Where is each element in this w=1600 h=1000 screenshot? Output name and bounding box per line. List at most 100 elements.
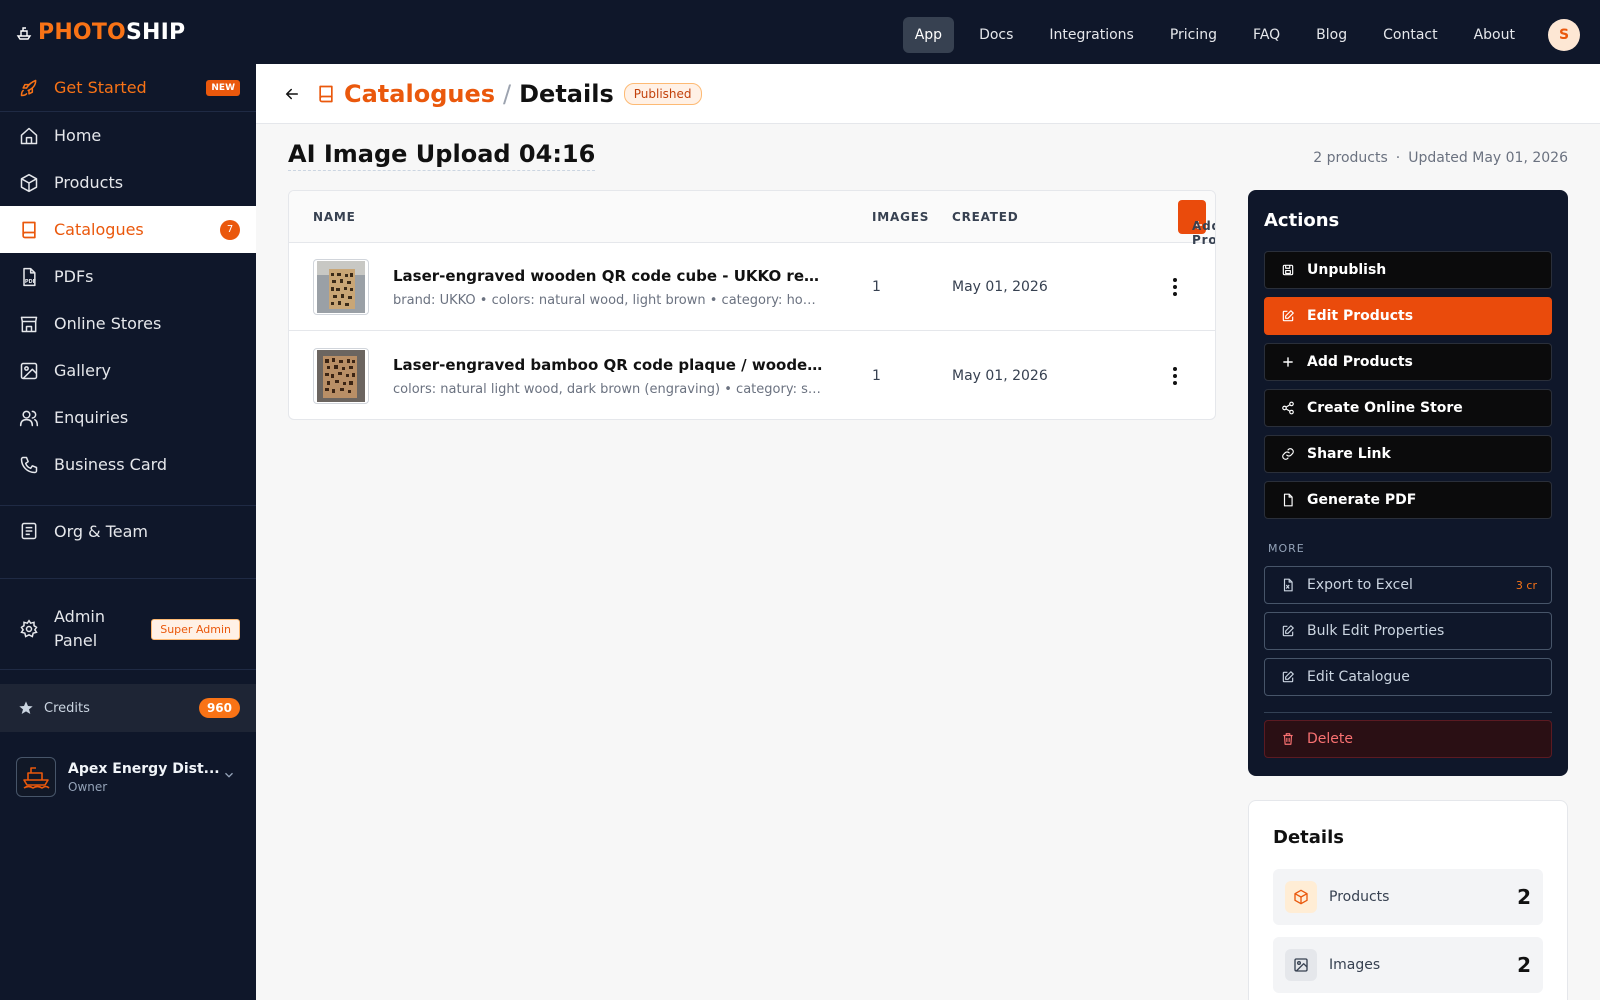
sidebar-item-enquiries[interactable]: Enquiries <box>0 394 256 441</box>
delete-label: Delete <box>1307 731 1353 747</box>
arrow-left-icon <box>283 85 301 103</box>
book-icon <box>316 83 336 105</box>
status-badge: Published <box>623 82 702 105</box>
sidebar-item-admin-panel[interactable]: Admin Panel Super Admin <box>0 594 256 664</box>
more-options-icon[interactable] <box>1165 275 1185 299</box>
credit-cost-badge: 3 cr <box>1515 578 1537 592</box>
details-products-label: Products <box>1329 889 1390 905</box>
nav-about[interactable]: About <box>1457 17 1532 53</box>
org-info: Apex Energy Dist... Owner <box>68 761 220 794</box>
delete-button[interactable]: Delete <box>1264 720 1552 758</box>
excel-file-icon <box>1281 577 1295 593</box>
breadcrumb: Catalogues / Details <box>316 80 614 108</box>
credits-bar[interactable]: Credits 960 <box>0 684 256 732</box>
image-icon <box>1285 949 1317 981</box>
product-created-date: May 01, 2026 <box>952 368 1048 384</box>
sidebar-item-pdfs[interactable]: PDF PDFs <box>0 253 256 300</box>
sidebar-item-business-card[interactable]: Business Card <box>0 441 256 488</box>
meta-separator: · <box>1395 150 1401 166</box>
chevron-down-icon[interactable] <box>222 768 236 782</box>
credits-label: Credits <box>44 700 90 716</box>
sidebar-item-online-stores[interactable]: Online Stores <box>0 300 256 347</box>
unpublish-button[interactable]: Unpublish <box>1264 251 1552 289</box>
nav-pricing[interactable]: Pricing <box>1153 17 1234 53</box>
sidebar-item-catalogues[interactable]: Catalogues 7 <box>0 206 256 253</box>
product-description: colors: natural light wood, dark brown (… <box>393 382 823 397</box>
nav-contact[interactable]: Contact <box>1366 17 1454 53</box>
product-name[interactable]: Laser-engraved wooden QR code cube - UKK… <box>393 267 823 285</box>
link-icon <box>1281 447 1295 461</box>
edit-catalogue-label: Edit Catalogue <box>1307 669 1410 685</box>
details-products-row: Products 2 <box>1273 869 1543 925</box>
generate-pdf-button[interactable]: Generate PDF <box>1264 481 1552 519</box>
more-section-label: MORE <box>1268 542 1305 555</box>
sidebar-item-home[interactable]: Home <box>0 112 256 159</box>
column-name[interactable]: NAME <box>313 210 356 224</box>
back-button[interactable] <box>276 78 308 110</box>
sidebar-item-label: Org & Team <box>54 521 148 541</box>
nav-docs[interactable]: Docs <box>962 17 1030 53</box>
export-excel-button[interactable]: Export to Excel 3 cr <box>1264 566 1552 604</box>
actions-panel: Actions Unpublish Edit Products Add Prod… <box>1248 190 1568 776</box>
create-online-store-label: Create Online Store <box>1307 400 1463 416</box>
cube-icon <box>18 172 40 194</box>
product-image-count: 1 <box>872 368 881 384</box>
sidebar-item-label: Catalogues <box>54 220 144 239</box>
products-table: NAME IMAGES CREATED Add Products <box>288 190 1216 420</box>
product-count: 2 products <box>1313 150 1388 166</box>
page-header: Catalogues / Details Published <box>256 64 1600 124</box>
share-nodes-icon <box>1281 401 1295 415</box>
user-avatar[interactable]: S <box>1548 19 1580 51</box>
nav-app[interactable]: App <box>902 17 955 53</box>
product-description: brand: UKKO • colors: natural wood, ligh… <box>393 293 823 308</box>
more-options-icon[interactable] <box>1165 364 1185 388</box>
sidebar-item-gallery[interactable]: Gallery <box>0 347 256 394</box>
brand-name: PHOTOSHIP <box>38 20 186 45</box>
pdf-icon: PDF <box>18 266 40 288</box>
star-icon <box>18 700 34 716</box>
bulk-edit-label: Bulk Edit Properties <box>1307 623 1445 639</box>
main-nav: App Docs Integrations Pricing FAQ Blog C… <box>902 17 1580 53</box>
nav-faq[interactable]: FAQ <box>1236 17 1297 53</box>
column-created[interactable]: CREATED <box>952 210 1019 224</box>
org-switcher[interactable]: Apex Energy Dist... Owner <box>16 754 240 800</box>
image-icon <box>18 360 40 382</box>
catalogue-meta: 2 products · Updated May 01, 2026 <box>1313 150 1568 166</box>
breadcrumb-separator: / <box>503 79 512 108</box>
org-role: Owner <box>68 779 108 794</box>
nav-blog[interactable]: Blog <box>1299 17 1364 53</box>
sidebar: Get Started NEW Home Products Catalogues… <box>0 64 256 1000</box>
bulk-edit-properties-button[interactable]: Bulk Edit Properties <box>1264 612 1552 650</box>
product-thumbnail[interactable] <box>313 348 369 404</box>
create-online-store-button[interactable]: Create Online Store <box>1264 389 1552 427</box>
users-icon <box>18 407 40 429</box>
plus-icon <box>1281 355 1295 369</box>
breadcrumb-parent-label: Catalogues <box>344 79 496 108</box>
org-logo <box>16 757 56 797</box>
edit-icon <box>1281 309 1295 323</box>
column-images[interactable]: IMAGES <box>872 210 929 224</box>
breadcrumb-catalogues[interactable]: Catalogues <box>316 80 495 108</box>
sidebar-item-label: Home <box>54 126 102 145</box>
share-link-button[interactable]: Share Link <box>1264 435 1552 473</box>
edit-products-button[interactable]: Edit Products <box>1264 297 1552 335</box>
table-row[interactable]: Laser-engraved bamboo QR code plaque / w… <box>289 332 1215 419</box>
cube-icon <box>1285 881 1317 913</box>
catalogue-count-badge: 7 <box>220 219 240 240</box>
add-products-button[interactable]: Add Products <box>1178 200 1215 247</box>
product-name[interactable]: Laser-engraved bamboo QR code plaque / w… <box>393 356 823 374</box>
nav-integrations[interactable]: Integrations <box>1032 17 1150 53</box>
details-images-row: Images 2 <box>1273 937 1543 993</box>
catalogue-title[interactable]: AI Image Upload 04:16 <box>288 140 596 171</box>
sidebar-item-products[interactable]: Products <box>0 159 256 206</box>
divider <box>0 669 256 670</box>
sidebar-item-get-started[interactable]: Get Started NEW <box>0 64 256 111</box>
trash-icon <box>1281 732 1295 746</box>
product-thumbnail[interactable] <box>313 259 369 315</box>
rocket-icon <box>18 77 40 99</box>
add-products-action-button[interactable]: Add Products <box>1264 343 1552 381</box>
table-row[interactable]: Laser-engraved wooden QR code cube - UKK… <box>289 243 1215 331</box>
edit-catalogue-button[interactable]: Edit Catalogue <box>1264 658 1552 696</box>
sidebar-item-org-team[interactable]: Org & Team <box>0 506 256 556</box>
brand-logo[interactable]: PHOTOSHIP <box>16 20 185 45</box>
